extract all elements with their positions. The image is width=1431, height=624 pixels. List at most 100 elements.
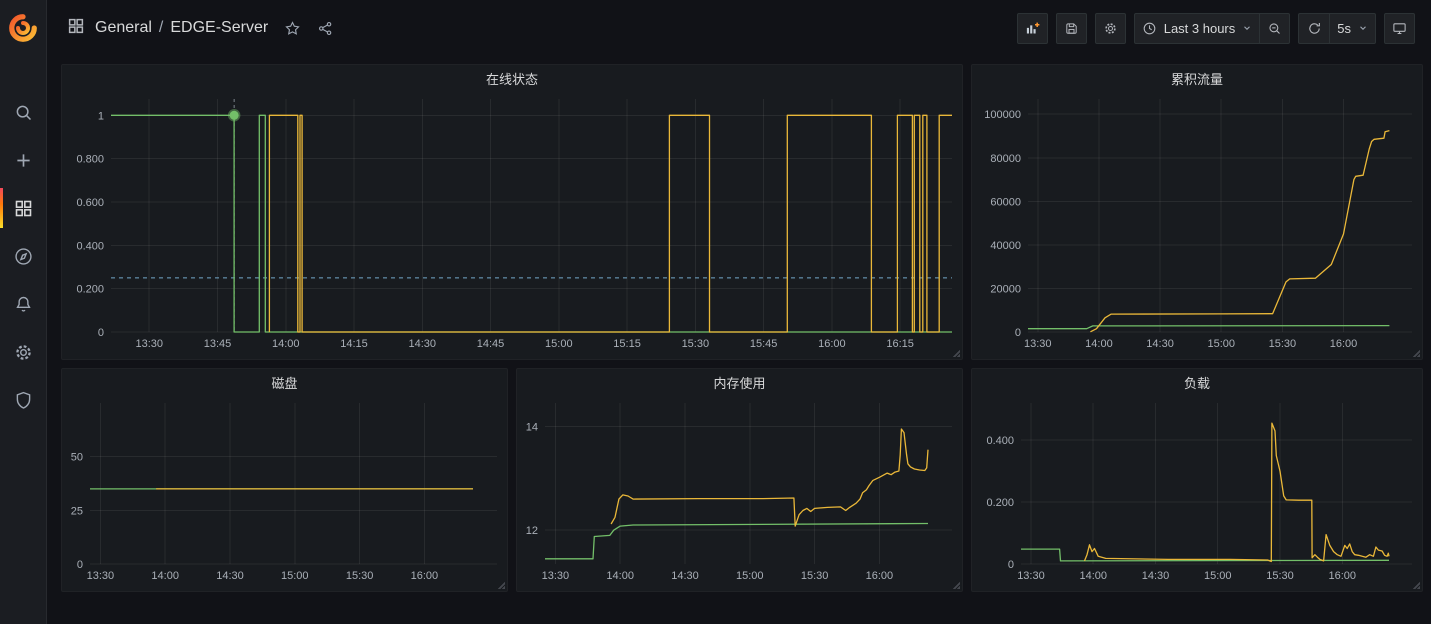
panel-resize-handle[interactable] <box>1412 581 1420 589</box>
legend-item[interactable]: edge_status{instance="localhost:19202", … <box>89 358 487 360</box>
add-panel-icon <box>1025 21 1040 36</box>
svg-text:15:30: 15:30 <box>346 570 374 582</box>
chevron-down-icon <box>1242 23 1252 33</box>
plus-icon <box>13 150 34 171</box>
grafana-logo[interactable] <box>0 0 47 56</box>
svg-text:40000: 40000 <box>990 240 1021 252</box>
add-panel-button[interactable] <box>1017 13 1048 44</box>
share-icon <box>317 20 334 37</box>
panel-resize-handle[interactable] <box>952 349 960 357</box>
chart-load[interactable]: 00.2000.40013:3014:0014:3015:0015:3016:0… <box>972 395 1422 589</box>
refresh-interval-label: 5s <box>1337 21 1351 36</box>
legend-item[interactable]: edge_status{instance="localhost:19202", … <box>513 358 911 360</box>
svg-text:14:30: 14:30 <box>1146 338 1174 350</box>
star-icon <box>284 20 301 37</box>
svg-text:16:00: 16:00 <box>866 570 894 582</box>
clock-icon <box>1142 21 1157 36</box>
svg-text:0: 0 <box>1008 559 1014 571</box>
time-range-picker[interactable]: Last 3 hours <box>1134 13 1260 44</box>
save-icon <box>1064 21 1079 36</box>
svg-text:15:30: 15:30 <box>682 338 710 350</box>
svg-text:15:15: 15:15 <box>613 338 641 350</box>
svg-text:16:00: 16:00 <box>1329 570 1357 582</box>
panel-resize-handle[interactable] <box>952 581 960 589</box>
breadcrumb-folder[interactable]: General <box>95 19 152 37</box>
series-line <box>269 115 952 332</box>
chart-online-status[interactable]: 00.2000.4000.6000.800113:3013:4514:0014:… <box>62 91 962 357</box>
chart-cumulative-traffic[interactable]: 02000040000600008000010000013:3014:0014:… <box>972 91 1422 357</box>
legend-item[interactable]: edge_mem_used{instance="localhost:19202"… <box>544 590 954 592</box>
breadcrumb-separator: / <box>159 19 163 37</box>
svg-text:16:00: 16:00 <box>818 338 846 350</box>
gear-icon <box>1103 21 1118 36</box>
cycle-view-mode-button[interactable] <box>1384 13 1415 44</box>
sidebar-item-explore[interactable] <box>0 232 46 280</box>
svg-text:60000: 60000 <box>990 196 1021 208</box>
panel-title[interactable]: 在线状态 <box>62 65 962 91</box>
monitor-icon <box>1392 21 1407 36</box>
svg-text:14:00: 14:00 <box>1079 570 1107 582</box>
dashboards-grid-icon <box>13 198 34 219</box>
svg-text:0.600: 0.600 <box>76 197 104 209</box>
panel-cumulative-traffic: 累积流量 02000040000600008000010000013:3014:… <box>971 64 1423 360</box>
chart-canvas: 00.2000.40013:3014:0014:3015:0015:3016:0… <box>972 395 1422 584</box>
panel-title[interactable]: 磁盘 <box>62 369 507 395</box>
refresh-button[interactable] <box>1298 13 1329 44</box>
sidebar-item-configuration[interactable] <box>0 328 46 376</box>
svg-text:15:30: 15:30 <box>1269 338 1297 350</box>
series-line <box>545 524 928 559</box>
chart-legend: edge_mem_used{instance="localhost:19202"… <box>517 589 962 592</box>
svg-text:13:30: 13:30 <box>542 570 570 582</box>
chart-memory-usage[interactable]: 121413:3014:0014:3015:0015:3016:00 <box>517 395 962 589</box>
chart-disk[interactable]: 0255013:3014:0014:3015:0015:3016:00 <box>62 395 507 589</box>
panel-resize-handle[interactable] <box>497 581 505 589</box>
chart-canvas: 02000040000600008000010000013:3014:0014:… <box>972 91 1422 352</box>
svg-text:15:00: 15:00 <box>545 338 573 350</box>
panel-disk: 磁盘 0255013:3014:0014:3015:0015:3016:00 e… <box>61 368 508 592</box>
breadcrumb-dashboard[interactable]: EDGE-Server <box>170 19 268 37</box>
share-dashboard-button[interactable] <box>317 20 334 37</box>
svg-text:16:00: 16:00 <box>1330 338 1358 350</box>
svg-text:14:00: 14:00 <box>151 570 179 582</box>
svg-text:25: 25 <box>71 505 83 517</box>
panel-title[interactable]: 负载 <box>972 369 1422 395</box>
refresh-icon <box>1307 21 1322 36</box>
svg-text:15:00: 15:00 <box>1207 338 1235 350</box>
header: General / EDGE-Server <box>47 0 1431 56</box>
chart-canvas: 121413:3014:0014:3015:0015:3016:00 <box>517 395 962 584</box>
bell-icon <box>13 294 34 315</box>
svg-text:16:00: 16:00 <box>411 570 439 582</box>
svg-text:15:30: 15:30 <box>801 570 829 582</box>
sidebar-item-create[interactable] <box>0 136 46 184</box>
dashboard-settings-button[interactable] <box>1095 13 1126 44</box>
panel-title[interactable]: 累积流量 <box>972 65 1422 91</box>
refresh-interval-picker[interactable]: 5s <box>1329 13 1376 44</box>
svg-text:14:45: 14:45 <box>477 338 505 350</box>
chart-legend: edge_status{instance="localhost:19202", … <box>62 357 962 360</box>
legend-item[interactable]: edge_load5{instance="localhost:19202", j… <box>999 590 1414 592</box>
toolbar: Last 3 hours 5s <box>1017 13 1415 44</box>
panel-resize-handle[interactable] <box>1412 349 1420 357</box>
legend-item[interactable]: edge_traffic_package_size_bytes{directio… <box>999 358 1414 360</box>
sidebar-item-server-admin[interactable] <box>0 376 46 424</box>
svg-text:14: 14 <box>526 421 538 433</box>
sidebar-item-alerting[interactable] <box>0 280 46 328</box>
breadcrumb: General / EDGE-Server <box>95 19 268 37</box>
svg-text:13:30: 13:30 <box>87 570 115 582</box>
svg-text:0.200: 0.200 <box>986 497 1014 509</box>
svg-text:0.400: 0.400 <box>986 435 1014 447</box>
sidebar-item-dashboards[interactable] <box>0 184 46 232</box>
star-dashboard-button[interactable] <box>284 20 301 37</box>
svg-text:0: 0 <box>98 327 104 339</box>
legend-item[interactable]: edge_disk_used{instance="localhost:19202… <box>89 590 499 592</box>
svg-text:0.400: 0.400 <box>76 240 104 252</box>
panel-title[interactable]: 内存使用 <box>517 369 962 395</box>
svg-text:0.200: 0.200 <box>76 284 104 296</box>
sidebar-item-search[interactable] <box>0 88 46 136</box>
dashboard-area: 在线状态 00.2000.4000.6000.800113:3013:4514:… <box>47 56 1431 624</box>
zoom-out-time-button[interactable] <box>1259 13 1290 44</box>
svg-text:15:45: 15:45 <box>750 338 778 350</box>
save-dashboard-button[interactable] <box>1056 13 1087 44</box>
grafana-logo-icon <box>8 13 38 43</box>
svg-text:100000: 100000 <box>984 109 1021 121</box>
